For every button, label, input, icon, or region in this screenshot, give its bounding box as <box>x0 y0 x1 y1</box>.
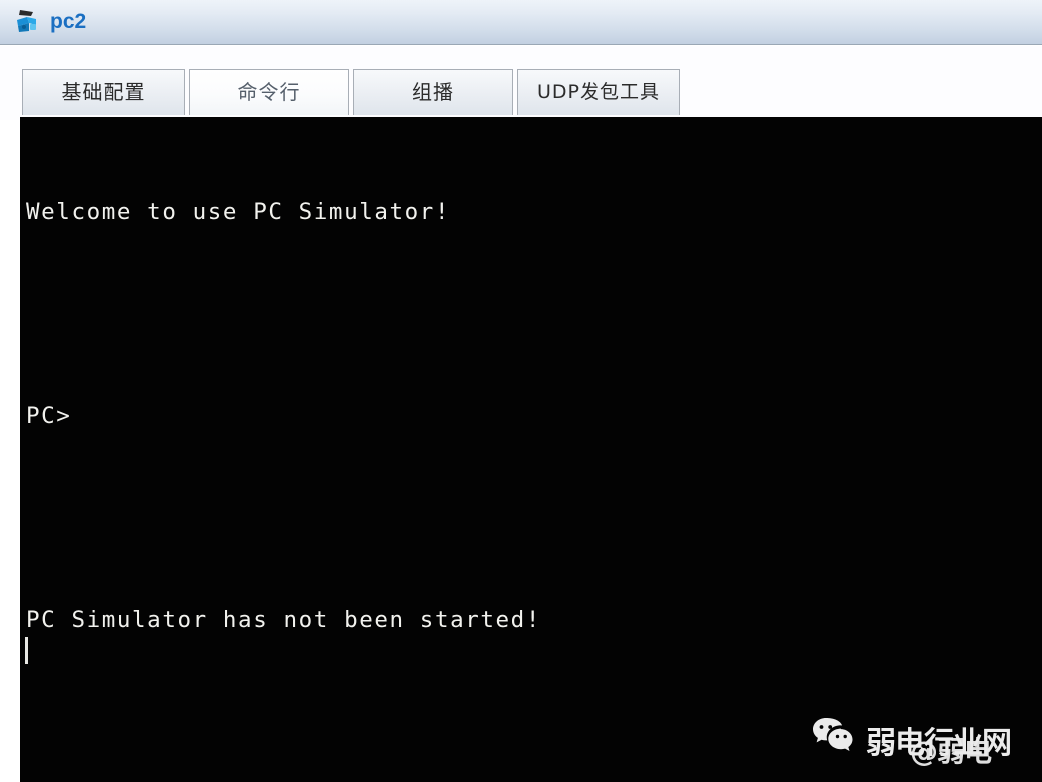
tab-basic-config[interactable]: 基础配置 <box>22 69 185 115</box>
tab-command-line[interactable]: 命令行 <box>189 69 349 115</box>
tab-multicast[interactable]: 组播 <box>353 69 513 115</box>
tab-udp-packet-tool[interactable]: UDP发包工具 <box>517 69 680 115</box>
terminal-line: PC Simulator has not been started! <box>26 607 541 633</box>
terminal-line: Welcome to use PC Simulator! <box>26 199 451 225</box>
terminal-output: Welcome to use PC Simulator! PC> PC Simu… <box>26 127 1042 782</box>
window-title-bar: pc2 <box>0 0 1042 45</box>
tab-bar: 基础配置 命令行 组播 UDP发包工具 <box>0 46 1042 120</box>
terminal-cursor <box>25 637 28 664</box>
pc-device-icon <box>14 7 44 37</box>
terminal-console[interactable]: Welcome to use PC Simulator! PC> PC Simu… <box>20 117 1042 782</box>
window-title: pc2 <box>50 9 87 33</box>
terminal-line: PC> <box>26 403 72 429</box>
